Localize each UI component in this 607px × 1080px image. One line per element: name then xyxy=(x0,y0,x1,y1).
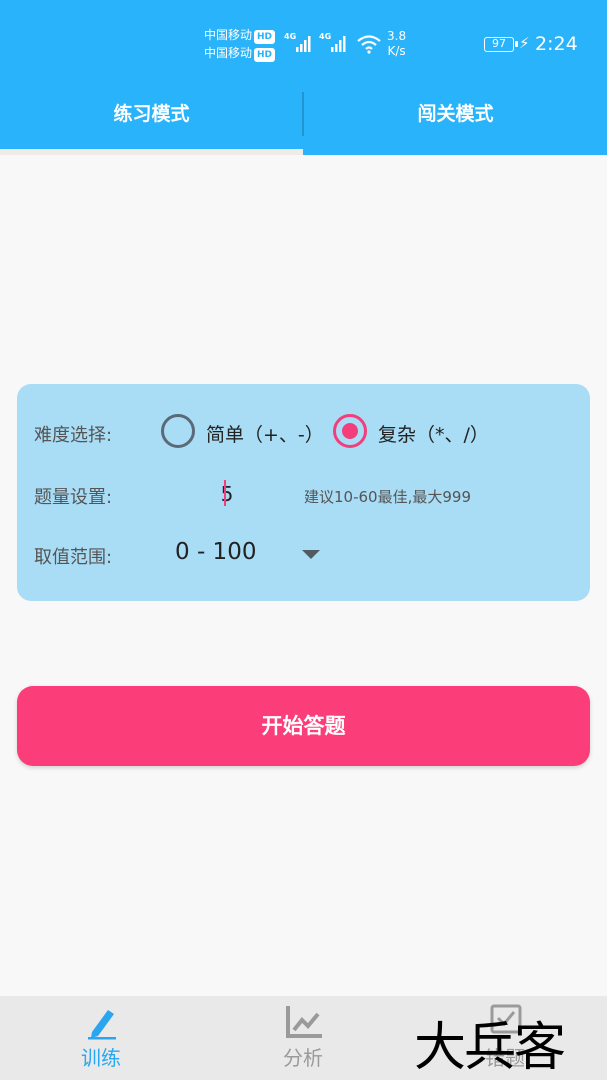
nav-item-training[interactable]: 训练 xyxy=(0,996,202,1080)
carrier-info: 中国移动 HD 中国移动 HD xyxy=(204,26,276,62)
carrier-2: 中国移动 xyxy=(204,46,253,60)
battery-icon: 97 xyxy=(484,37,518,52)
nav-label-analysis: 分析 xyxy=(283,1046,323,1070)
carrier-1: 中国移动 xyxy=(204,28,253,42)
start-answer-button[interactable]: 开始答题 xyxy=(17,686,590,766)
difficulty-label: 难度选择: xyxy=(34,425,113,446)
dropdown-arrow-icon xyxy=(302,550,320,559)
quantity-input[interactable] xyxy=(197,479,257,509)
radio-easy-label[interactable]: 简单（+、-） xyxy=(206,420,324,447)
status-bar: 中国移动 HD 中国移动 HD 4G 4G 3.8 K/s 97 ⚡ 2:24 xyxy=(0,0,607,90)
range-select[interactable]: 0 - 100 xyxy=(175,537,325,571)
radio-easy[interactable] xyxy=(161,414,195,448)
quantity-hint: 建议10-60最佳,最大999 xyxy=(304,488,471,506)
radio-complex[interactable] xyxy=(333,414,367,448)
top-app-bar: 中国移动 HD 中国移动 HD 4G 4G 3.8 K/s 97 ⚡ 2:24 … xyxy=(0,0,607,155)
range-value: 0 - 100 xyxy=(175,539,257,565)
status-time: 2:24 xyxy=(535,33,578,55)
tab-practice-mode[interactable]: 练习模式 xyxy=(0,92,303,155)
hd-badge: HD xyxy=(254,30,276,44)
chart-icon xyxy=(286,1006,322,1038)
network-speed: 3.8 K/s xyxy=(387,29,407,58)
watermark-text: 大兵客 xyxy=(414,1018,566,1078)
tab-challenge-mode[interactable]: 闯关模式 xyxy=(304,92,607,155)
hd-badge: HD xyxy=(254,48,276,62)
radio-complex-label[interactable]: 复杂（*、/） xyxy=(378,420,489,447)
text-cursor xyxy=(224,480,226,506)
wifi-icon xyxy=(357,35,381,54)
nav-label-training: 训练 xyxy=(81,1046,121,1070)
nav-item-analysis[interactable]: 分析 xyxy=(202,996,404,1080)
quantity-label: 题量设置: xyxy=(34,487,113,508)
tab-active-indicator xyxy=(0,149,303,155)
range-label: 取值范围: xyxy=(34,547,113,568)
charging-icon: ⚡ xyxy=(519,34,530,52)
settings-panel: 难度选择: 简单（+、-） 复杂（*、/） 题量设置: 建议10-60最佳,最大… xyxy=(17,384,590,601)
pencil-icon xyxy=(88,1010,116,1040)
